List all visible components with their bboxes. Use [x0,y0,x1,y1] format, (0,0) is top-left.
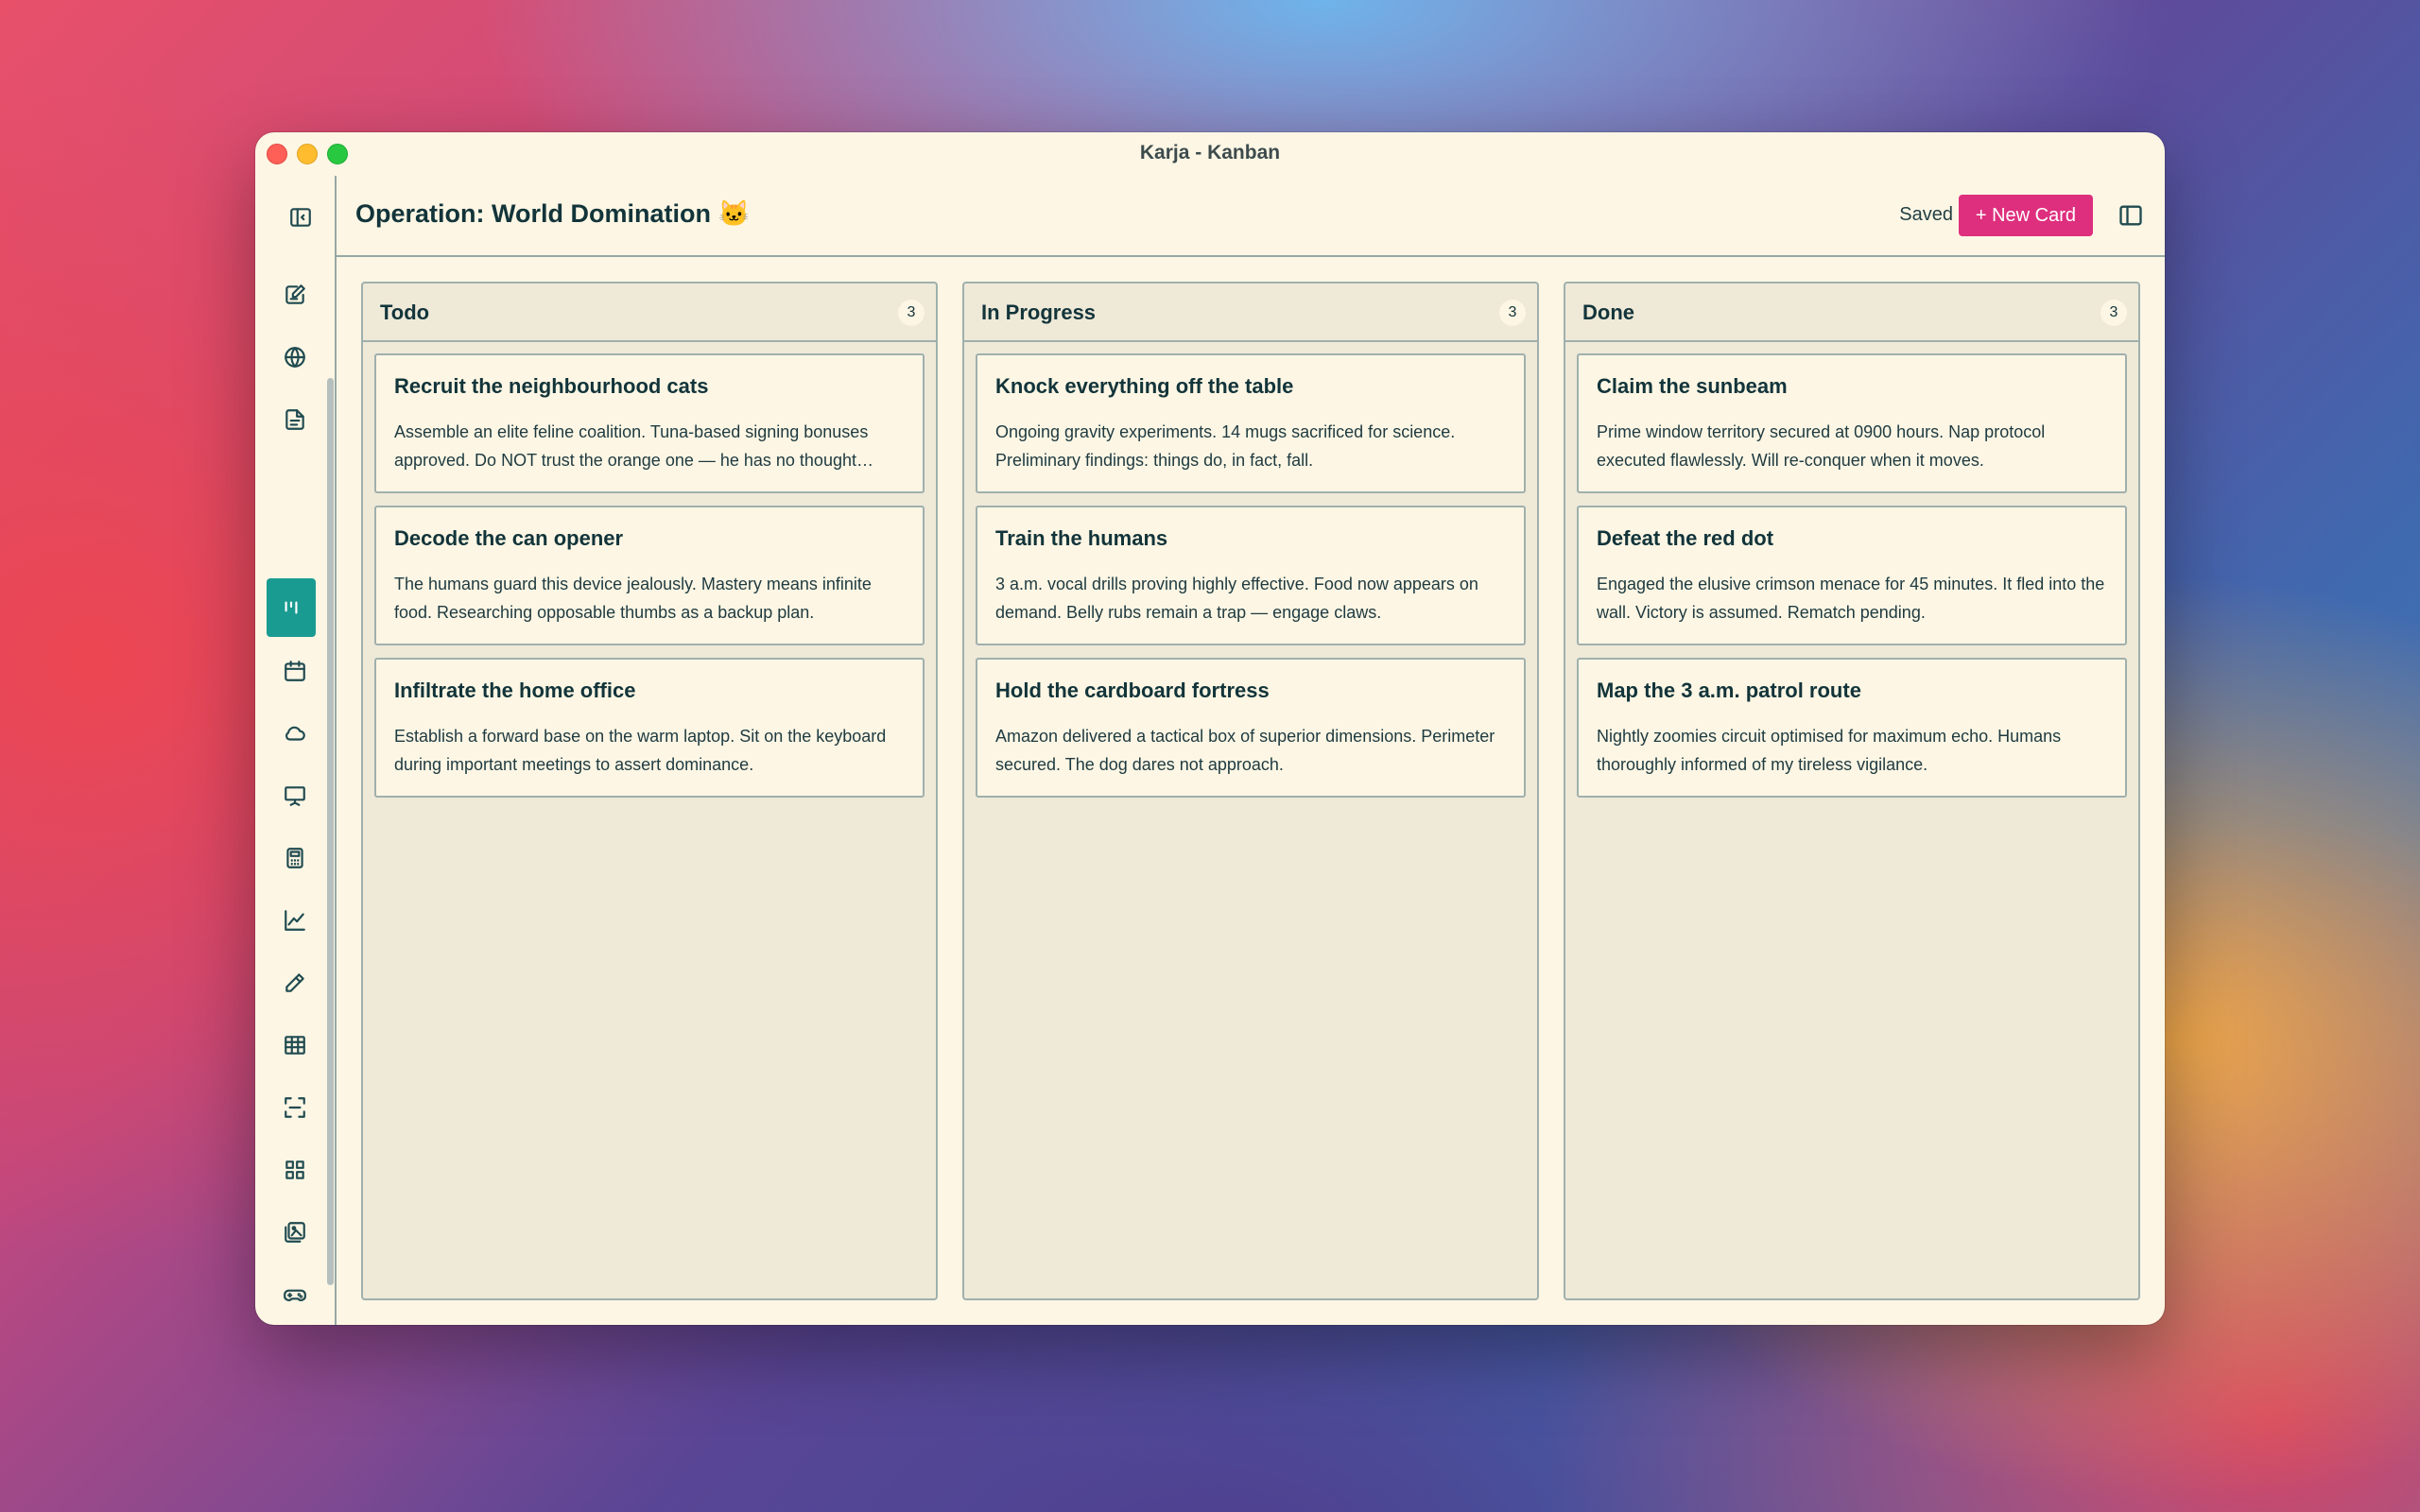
column-header: Todo 3 [363,284,936,342]
column-in-progress: In Progress 3 Knock everything off the t… [962,282,1539,1300]
save-status: Saved [1899,204,1953,225]
notes-icon[interactable] [272,272,318,318]
card-body: Nightly zoomies circuit optimised for ma… [1597,727,2062,774]
card-body: Assemble an elite feline coalition. Tuna… [394,422,873,470]
kanban-card[interactable]: Claim the sunbeam Prime window territory… [1577,353,2127,493]
card-title: Hold the cardboard fortress [995,679,1270,702]
card-body: 3 a.m. vocal drills proving highly effec… [995,575,1478,622]
gamepad-icon[interactable] [272,1272,318,1317]
kanban-card[interactable]: Decode the can opener The humans guard t… [374,506,925,645]
kanban-card[interactable]: Recruit the neighbourhood cats Assemble … [374,353,925,493]
globe-icon[interactable] [272,335,318,380]
title-bar: Karja - Kanban [255,132,2165,176]
column-title: Done [1582,301,1634,324]
card-body: Amazon delivered a tactical box of super… [995,727,1495,774]
column-count-badge: 3 [898,300,925,326]
card-title: Infiltrate the home office [394,679,636,702]
app-window: Karja - Kanban Operation: World Dominati… [255,132,2165,1325]
sidebar-toggle-icon[interactable] [278,195,323,240]
chart-icon[interactable] [272,898,318,943]
board-header: Operation: World Domination 🐱 Saved + Ne… [337,176,2165,257]
document-icon[interactable] [272,397,318,442]
card-body: Prime window territory secured at 0900 h… [1597,422,2046,470]
calendar-icon[interactable] [272,648,318,694]
column-header: Done 3 [1565,284,2138,342]
kanban-card[interactable]: Hold the cardboard fortress Amazon deliv… [976,658,1526,798]
card-title: Decode the can opener [394,526,624,550]
column-count-badge: 3 [2100,300,2127,326]
card-title: Knock everything off the table [995,374,1294,398]
column-header: In Progress 3 [964,284,1537,342]
board-title: Operation: World Domination 🐱 [355,199,751,228]
card-title: Defeat the red dot [1597,526,1774,550]
card-title: Recruit the neighbourhood cats [394,374,709,398]
card-title: Claim the sunbeam [1597,374,1788,398]
card-body: Engaged the elusive crimson menace for 4… [1597,575,2105,622]
gallery-icon[interactable] [272,1210,318,1255]
new-card-button[interactable]: + New Card [1958,195,2093,236]
kanban-card[interactable]: Infiltrate the home office Establish a f… [374,658,925,798]
kanban-card[interactable]: Knock everything off the table Ongoing g… [976,353,1526,493]
cloud-icon[interactable] [272,711,318,756]
kanban-card[interactable]: Map the 3 a.m. patrol route Nightly zoom… [1577,658,2127,798]
sidebar [255,176,337,1325]
sidebar-scrollbar[interactable] [327,378,334,1285]
window-title: Karja - Kanban [1139,142,1281,163]
card-body: The humans guard this device jealously. … [394,575,872,622]
column-title: Todo [380,301,430,324]
card-body: Ongoing gravity experiments. 14 mugs sac… [995,422,1456,470]
card-title: Map the 3 a.m. patrol route [1597,679,1861,702]
table-icon[interactable] [272,1022,318,1068]
column-todo: Todo 3 Recruit the neighbourhood cats As… [361,282,938,1300]
scan-icon[interactable] [272,1085,318,1130]
grid-icon[interactable] [272,1147,318,1193]
panel-toggle-icon[interactable] [2118,202,2144,229]
calculator-icon[interactable] [272,835,318,881]
pencil-icon[interactable] [272,960,318,1005]
column-done: Done 3 Claim the sunbeam Prime window te… [1564,282,2140,1300]
kanban-icon[interactable] [267,578,316,637]
card-title: Train the humans [995,526,1168,550]
card-body: Establish a forward base on the warm lap… [394,727,887,774]
presentation-icon[interactable] [272,773,318,818]
column-count-badge: 3 [1499,300,1526,326]
kanban-card[interactable]: Train the humans 3 a.m. vocal drills pro… [976,506,1526,645]
column-title: In Progress [981,301,1097,324]
kanban-card[interactable]: Defeat the red dot Engaged the elusive c… [1577,506,2127,645]
